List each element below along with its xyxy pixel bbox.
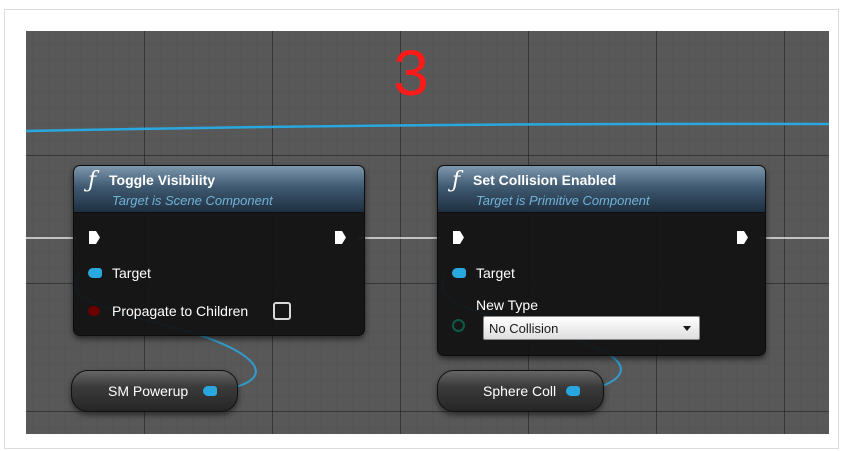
- exec-input-pin-icon[interactable]: [452, 230, 465, 245]
- blueprint-graph[interactable]: 3 ƒ Toggle Visibility Target is Scene Co…: [26, 31, 829, 434]
- function-icon: ƒ: [88, 168, 97, 193]
- propagate-pin-icon[interactable]: [88, 306, 100, 316]
- blue-wire-top: [26, 122, 829, 133]
- variable-node-sm-powerup[interactable]: SM Powerup: [71, 370, 238, 412]
- node-header[interactable]: ƒ Set Collision Enabled Target is Primit…: [438, 166, 765, 213]
- node-title: Set Collision Enabled: [473, 172, 617, 188]
- collision-type-dropdown[interactable]: No Collision: [483, 316, 700, 340]
- target-pin-icon[interactable]: [88, 268, 102, 278]
- variable-output-pin-icon[interactable]: [203, 386, 217, 396]
- chevron-down-icon: [683, 326, 691, 331]
- exec-output-pin-icon[interactable]: [736, 230, 749, 245]
- node-title: Toggle Visibility: [109, 172, 216, 188]
- step-number: 3: [393, 37, 429, 109]
- new-type-pin-icon[interactable]: [452, 319, 465, 332]
- exec-input-pin-icon[interactable]: [88, 230, 101, 245]
- propagate-to-children-label: Propagate to Children: [112, 303, 249, 319]
- variable-node-sphere-coll[interactable]: Sphere Coll: [437, 370, 604, 412]
- function-icon: ƒ: [452, 168, 461, 193]
- node-set-collision-enabled[interactable]: ƒ Set Collision Enabled Target is Primit…: [437, 165, 766, 356]
- variable-output-pin-icon[interactable]: [566, 386, 580, 396]
- node-subtitle: Target is Scene Component: [112, 193, 273, 208]
- target-pin-label: Target: [476, 265, 515, 281]
- target-pin-label: Target: [112, 265, 151, 281]
- node-toggle-visibility[interactable]: ƒ Toggle Visibility Target is Scene Comp…: [73, 165, 365, 336]
- node-header[interactable]: ƒ Toggle Visibility Target is Scene Comp…: [74, 166, 364, 213]
- new-type-label: New Type: [476, 297, 538, 313]
- variable-label: SM Powerup: [108, 383, 189, 399]
- propagate-to-children-checkbox[interactable]: [273, 302, 291, 320]
- node-subtitle: Target is Primitive Component: [476, 193, 650, 208]
- collision-type-value: No Collision: [489, 321, 559, 336]
- target-pin-icon[interactable]: [452, 268, 466, 278]
- variable-label: Sphere Coll: [483, 383, 557, 399]
- exec-output-pin-icon[interactable]: [334, 230, 347, 245]
